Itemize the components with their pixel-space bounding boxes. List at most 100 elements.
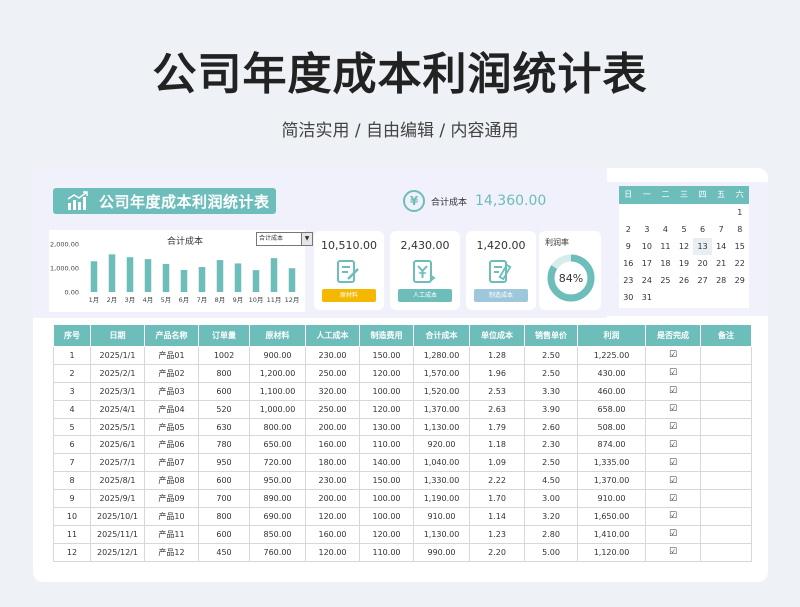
column-header: 是否完成 [645,324,701,347]
calendar-day[interactable]: 23 [619,272,638,289]
table-cell: 2025/4/1 [90,399,145,419]
x-tick-label: 2月 [107,296,118,304]
calendar-weekday: 日 [624,190,633,199]
table-cell: 1,570.00 [413,363,470,383]
calendar-day[interactable]: 15 [730,238,749,255]
calendar-day[interactable]: 20 [693,255,712,272]
table-cell: 250.00 [305,399,360,419]
calendar-day[interactable]: 12 [675,238,694,255]
calendar-day[interactable]: 22 [730,255,749,272]
calendar-day[interactable]: 31 [638,289,657,306]
calendar-day[interactable]: 5 [675,221,694,238]
calendar-day[interactable]: 2 [619,221,638,238]
document-edit-icon [337,260,359,283]
calendar-day[interactable]: 29 [730,272,749,289]
table-cell: 产品11 [144,524,199,544]
calendar-day [638,204,657,221]
table-cell: 2.50 [524,453,578,473]
column-header: 序号 [53,324,91,347]
calendar-day[interactable]: 27 [693,272,712,289]
completed-checkbox[interactable]: ☑ [645,346,701,365]
table-cell: 1,335.00 [577,453,646,473]
calendar-day [675,204,694,221]
table-cell: 2025/10/1 [90,507,145,526]
calendar-day[interactable]: 21 [712,255,731,272]
chart-bar [198,267,206,292]
calendar-day[interactable]: 11 [656,238,675,255]
calendar-day[interactable]: 10 [638,238,657,255]
table-cell: 1,370.00 [413,399,470,419]
calendar-day[interactable]: 26 [675,272,694,289]
table-cell: 100.00 [359,507,414,526]
completed-checkbox[interactable]: ☑ [645,417,701,437]
calendar-day[interactable]: 4 [656,221,675,238]
kpi-manufacturing: 1,420.00 制造成本 [466,231,536,310]
yen-icon: ¥ [403,190,425,212]
table-cell: 2.20 [469,542,525,562]
table-cell [700,524,752,544]
table-cell [700,453,752,473]
table-cell: 2.30 [524,435,578,455]
table-row: 12 2025/12/1 产品12 450 760.00 120.00 110.00 990.… [53,542,752,562]
table-cell: 1,200.00 [249,363,306,383]
table-cell: 508.00 [577,417,646,437]
sheet-title-banner: 公司年度成本利润统计表 [53,188,276,214]
calendar-day[interactable]: 17 [638,255,657,272]
calendar-weekday: 一 [642,190,651,199]
table-cell: 160.00 [305,435,360,455]
profit-rate-value: 84% [559,272,583,285]
table-cell: 720.00 [249,453,306,473]
calendar-day[interactable]: 18 [656,255,675,272]
chart-bar [180,269,188,292]
calendar-day[interactable]: 30 [619,289,638,306]
x-tick-label: 4月 [143,296,154,304]
chart-bar [126,257,134,292]
calendar-day[interactable]: 16 [619,255,638,272]
completed-checkbox[interactable]: ☑ [645,363,701,383]
table-cell: 产品09 [144,489,199,509]
table-row: 7 2025/7/1 产品07 950 720.00 180.00 140.00 1,040.… [53,453,752,473]
table-cell: 990.00 [413,542,470,562]
table-cell [700,417,752,437]
completed-checkbox[interactable]: ☑ [645,381,701,401]
completed-checkbox[interactable]: ☑ [645,524,701,544]
completed-checkbox[interactable]: ☑ [645,507,701,526]
calendar-day[interactable]: 3 [638,221,657,238]
table-cell: 1,000.00 [249,399,306,419]
completed-checkbox[interactable]: ☑ [645,471,701,491]
table-cell [700,435,752,455]
table-cell: 910.00 [577,489,646,509]
table-header-row: 序号 日期 产品名称 订单量 原材料 人工成本 制造费用 合计成本 单位成本 销售单价 利润 是否完成… [53,324,752,347]
table-cell: 600 [198,524,250,544]
table-row: 1 2025/1/1 产品01 1002 900.00 230.00 150.00 1,280… [53,346,752,365]
completed-checkbox[interactable]: ☑ [645,542,701,562]
calendar-day[interactable]: 8 [730,221,749,238]
calendar-day[interactable]: 19 [675,255,694,272]
completed-checkbox[interactable]: ☑ [645,453,701,473]
table-cell: 950 [198,453,250,473]
table-cell: 600 [198,381,250,401]
table-cell: 658.00 [577,399,646,419]
completed-checkbox[interactable]: ☑ [645,399,701,419]
calendar-day[interactable]: 7 [712,221,731,238]
completed-checkbox[interactable]: ☑ [645,435,701,455]
table-cell: 120.00 [359,524,414,544]
document-pen-icon [489,260,512,283]
calendar-day[interactable]: 13 [693,238,712,255]
column-header: 制造费用 [359,324,414,347]
calendar-day[interactable]: 9 [619,238,638,255]
calendar-week: 9 10 11 12 13 14 15 [619,238,749,255]
calendar-day[interactable]: 14 [712,238,731,255]
calendar-day[interactable]: 6 [693,221,712,238]
calendar-day[interactable]: 1 [730,204,749,221]
calendar-day[interactable]: 25 [656,272,675,289]
table-cell: 2.60 [524,417,578,437]
kpi-material-label: 原材料 [322,289,376,302]
calendar-day[interactable]: 28 [712,272,731,289]
table-cell: 800.00 [249,417,306,437]
calendar-day[interactable]: 24 [638,272,657,289]
table-cell: 140.00 [359,453,414,473]
completed-checkbox[interactable]: ☑ [645,489,701,509]
table-cell: 产品08 [144,471,199,491]
table-cell: 320.00 [305,381,360,401]
